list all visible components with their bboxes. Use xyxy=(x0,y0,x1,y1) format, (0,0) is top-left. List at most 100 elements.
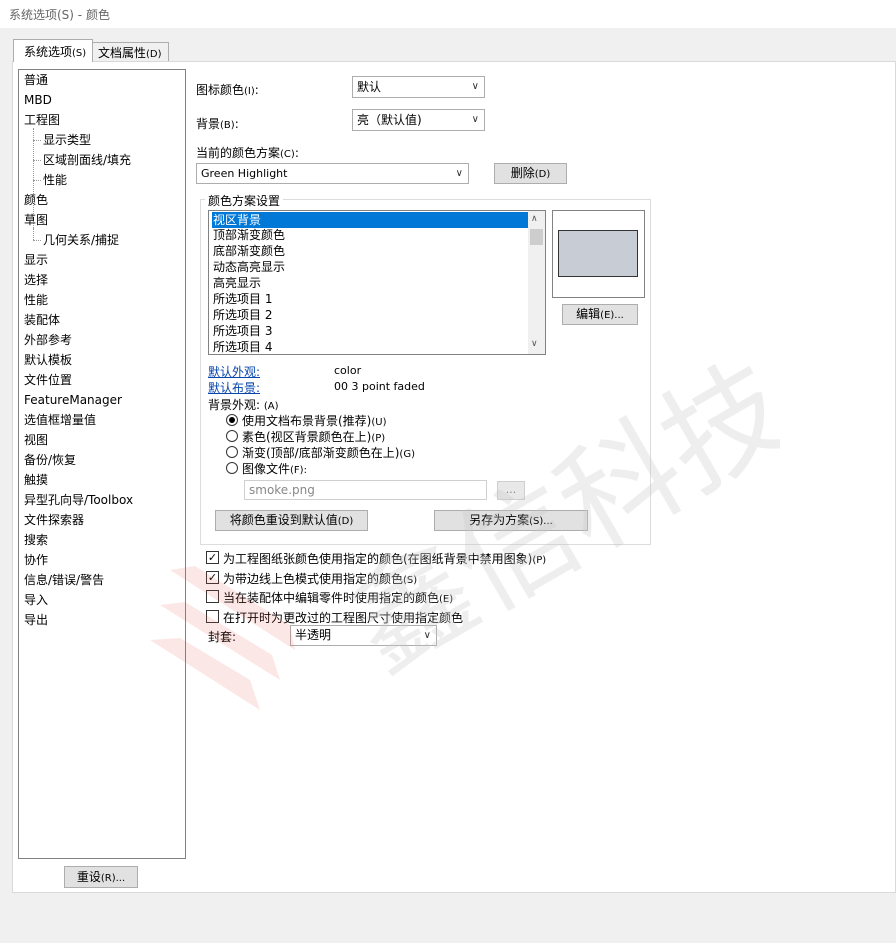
checkbox-changed-dimensions-color[interactable] xyxy=(206,610,219,623)
image-file-input[interactable]: smoke.png xyxy=(244,480,487,500)
envelope-label: 封套: xyxy=(208,630,237,644)
save-as-mnemonic: (S)... xyxy=(529,516,553,527)
checkbox-mnemonic: (E) xyxy=(439,594,454,605)
list-item-selected-item-3[interactable]: 所选项目 3 xyxy=(212,323,528,339)
chevron-up-icon[interactable]: ∧ xyxy=(531,214,538,224)
tab-system-options[interactable]: 系统选项(S) xyxy=(13,39,94,62)
save-as-scheme-button[interactable]: 另存为方案(S)... xyxy=(434,510,588,531)
nav-item-messages-errors-warnings[interactable]: 信息/错误/警告 xyxy=(24,572,104,588)
list-item-viewport-background[interactable]: 视区背景 xyxy=(212,212,528,228)
nav-item-view[interactable]: 视图 xyxy=(24,432,48,448)
icon-color-label: 图标颜色(I): xyxy=(196,81,259,98)
reset-colors-mnemonic: (D) xyxy=(337,516,354,527)
radio-mnemonic: (F): xyxy=(290,465,307,476)
checkbox-shaded-with-edges-color[interactable]: ✓ xyxy=(206,571,219,584)
background-mnemonic: (B) xyxy=(220,120,235,131)
list-item-selected-item-4[interactable]: 所选项目 4 xyxy=(212,339,528,354)
nav-item-assemblies[interactable]: 装配体 xyxy=(24,312,60,328)
delete-button-mnemonic: (D) xyxy=(534,169,551,180)
checkbox-text: 为带边线上色模式使用指定的颜色 xyxy=(223,572,404,586)
nav-item-sketch[interactable]: 草图 xyxy=(24,212,48,228)
browse-image-button[interactable]: ... xyxy=(497,481,525,500)
radio-label-gradient[interactable]: 渐变(顶部/底部渐变颜色在上)(G) xyxy=(242,444,415,461)
nav-item-default-templates[interactable]: 默认模板 xyxy=(24,352,72,368)
delete-button-label: 删除 xyxy=(510,166,535,180)
tree-connector xyxy=(33,180,41,181)
radio-mnemonic: (P) xyxy=(371,433,386,444)
nav-item-mbd[interactable]: MBD xyxy=(24,92,52,108)
list-item-selected-item-2[interactable]: 所选项目 2 xyxy=(212,307,528,323)
background-suffix: : xyxy=(234,117,239,131)
color-scheme-dropdown[interactable]: Green Highlight ∨ xyxy=(196,163,469,184)
radio-plain-color[interactable] xyxy=(226,430,238,442)
checkbox-edit-part-in-assembly-color[interactable] xyxy=(206,590,219,603)
radio-text: 渐变(顶部/底部渐变颜色在上) xyxy=(242,446,400,460)
checkbox-label-drawing-paper-color[interactable]: 为工程图纸张颜色使用指定的颜色(在图纸背景中禁用图象)(P) xyxy=(223,550,546,567)
radio-text: 素色(视区背景颜色在上) xyxy=(242,430,372,444)
default-appearance-link[interactable]: 默认外观: xyxy=(208,363,260,380)
tab-document-properties[interactable]: 文档属性(D) xyxy=(91,42,169,62)
nav-item-touch[interactable]: 触摸 xyxy=(24,472,48,488)
icon-color-dropdown[interactable]: 默认 ∨ xyxy=(352,76,485,98)
nav-item-hole-wizard-toolbox[interactable]: 异型孔向导/Toolbox xyxy=(24,492,133,508)
radio-use-document-scene[interactable] xyxy=(226,414,238,426)
nav-item-selection[interactable]: 选择 xyxy=(24,272,48,288)
checkbox-label-shaded-with-edges-color[interactable]: 为带边线上色模式使用指定的颜色(S) xyxy=(223,570,417,587)
nav-item-file-locations[interactable]: 文件位置 xyxy=(24,372,72,388)
background-dropdown[interactable]: 亮（默认值) ∨ xyxy=(352,109,485,131)
color-scheme-suffix: : xyxy=(294,146,299,160)
nav-item-search[interactable]: 搜索 xyxy=(24,532,48,548)
background-value: 亮（默认值) xyxy=(357,113,422,127)
color-scheme-items-list[interactable]: 视区背景 顶部渐变颜色 底部渐变颜色 动态高亮显示 高亮显示 所选项目 1 所选… xyxy=(208,210,546,355)
nav-item-area-hatch[interactable]: 区域剖面线/填充 xyxy=(43,152,131,168)
background-label-text: 背景 xyxy=(196,117,221,131)
reset-colors-button[interactable]: 将颜色重设到默认值(D) xyxy=(215,510,368,531)
nav-item-collaboration[interactable]: 协作 xyxy=(24,552,48,568)
default-scene-link[interactable]: 默认布景: xyxy=(208,379,260,396)
list-item-highlight[interactable]: 高亮显示 xyxy=(212,275,528,291)
edit-color-button[interactable]: 编辑(E)... xyxy=(562,304,638,325)
nav-item-export[interactable]: 导出 xyxy=(24,612,48,628)
checkbox-label-edit-part-in-assembly-color[interactable]: 当在装配体中编辑零件时使用指定的颜色(E) xyxy=(223,589,453,606)
edit-button-label: 编辑 xyxy=(576,307,601,321)
nav-item-performance[interactable]: 性能 xyxy=(24,292,48,308)
nav-item-drawing-performance[interactable]: 性能 xyxy=(43,172,67,188)
nav-item-display-type[interactable]: 显示类型 xyxy=(43,132,91,148)
options-tree[interactable]: 普通 MBD 工程图 显示类型 区域剖面线/填充 性能 颜色 草图 几何关系/捕… xyxy=(18,69,186,859)
chevron-down-icon[interactable]: ∨ xyxy=(531,339,538,349)
nav-item-import[interactable]: 导入 xyxy=(24,592,48,608)
list-item-selected-item-1[interactable]: 所选项目 1 xyxy=(212,291,528,307)
radio-label-use-document-scene[interactable]: 使用文档布景背景(推荐)(U) xyxy=(242,412,387,429)
nav-item-external-references[interactable]: 外部参考 xyxy=(24,332,72,348)
radio-image-file[interactable] xyxy=(226,462,238,474)
list-item-top-gradient[interactable]: 顶部渐变颜色 xyxy=(212,227,528,243)
tree-connector xyxy=(33,160,41,161)
nav-item-featuremanager[interactable]: FeatureManager xyxy=(24,392,122,408)
background-appearance-label: 背景外观: (A) xyxy=(208,396,279,413)
nav-item-display[interactable]: 显示 xyxy=(24,252,48,268)
nav-item-general[interactable]: 普通 xyxy=(24,72,48,88)
nav-item-colors[interactable]: 颜色 xyxy=(24,192,48,208)
nav-item-drawings[interactable]: 工程图 xyxy=(24,112,60,128)
envelope-dropdown[interactable]: 半透明 ∨ xyxy=(290,625,437,646)
delete-scheme-button[interactable]: 删除(D) xyxy=(494,163,567,184)
color-scheme-value: Green Highlight xyxy=(201,167,288,180)
list-scrollbar[interactable]: ∧ ∨ xyxy=(528,211,545,354)
scrollbar-thumb[interactable] xyxy=(530,229,543,245)
list-item-dynamic-highlight[interactable]: 动态高亮显示 xyxy=(212,259,528,275)
nav-item-relations-snaps[interactable]: 几何关系/捕捉 xyxy=(43,232,119,248)
default-appearance-value: color xyxy=(334,364,362,377)
radio-label-image-file[interactable]: 图像文件(F): xyxy=(242,460,307,477)
reset-button[interactable]: 重设(R)... xyxy=(64,866,138,888)
list-item-bottom-gradient[interactable]: 底部渐变颜色 xyxy=(212,243,528,259)
checkbox-label-changed-dimensions-color[interactable]: 在打开时为更改过的工程图尺寸使用指定颜色 xyxy=(223,609,463,626)
checkbox-drawing-paper-color[interactable]: ✓ xyxy=(206,551,219,564)
color-scheme-label-text: 当前的颜色方案 xyxy=(196,146,281,160)
chevron-down-icon: ∨ xyxy=(471,114,479,125)
tab-label: 文档属性 xyxy=(98,46,147,60)
radio-gradient[interactable] xyxy=(226,446,238,458)
nav-item-file-explorer[interactable]: 文件探索器 xyxy=(24,512,84,528)
nav-item-spin-box-increments[interactable]: 选值框增量值 xyxy=(24,412,96,428)
nav-item-backup-recover[interactable]: 备份/恢复 xyxy=(24,452,76,468)
radio-label-plain-color[interactable]: 素色(视区背景颜色在上)(P) xyxy=(242,428,385,445)
